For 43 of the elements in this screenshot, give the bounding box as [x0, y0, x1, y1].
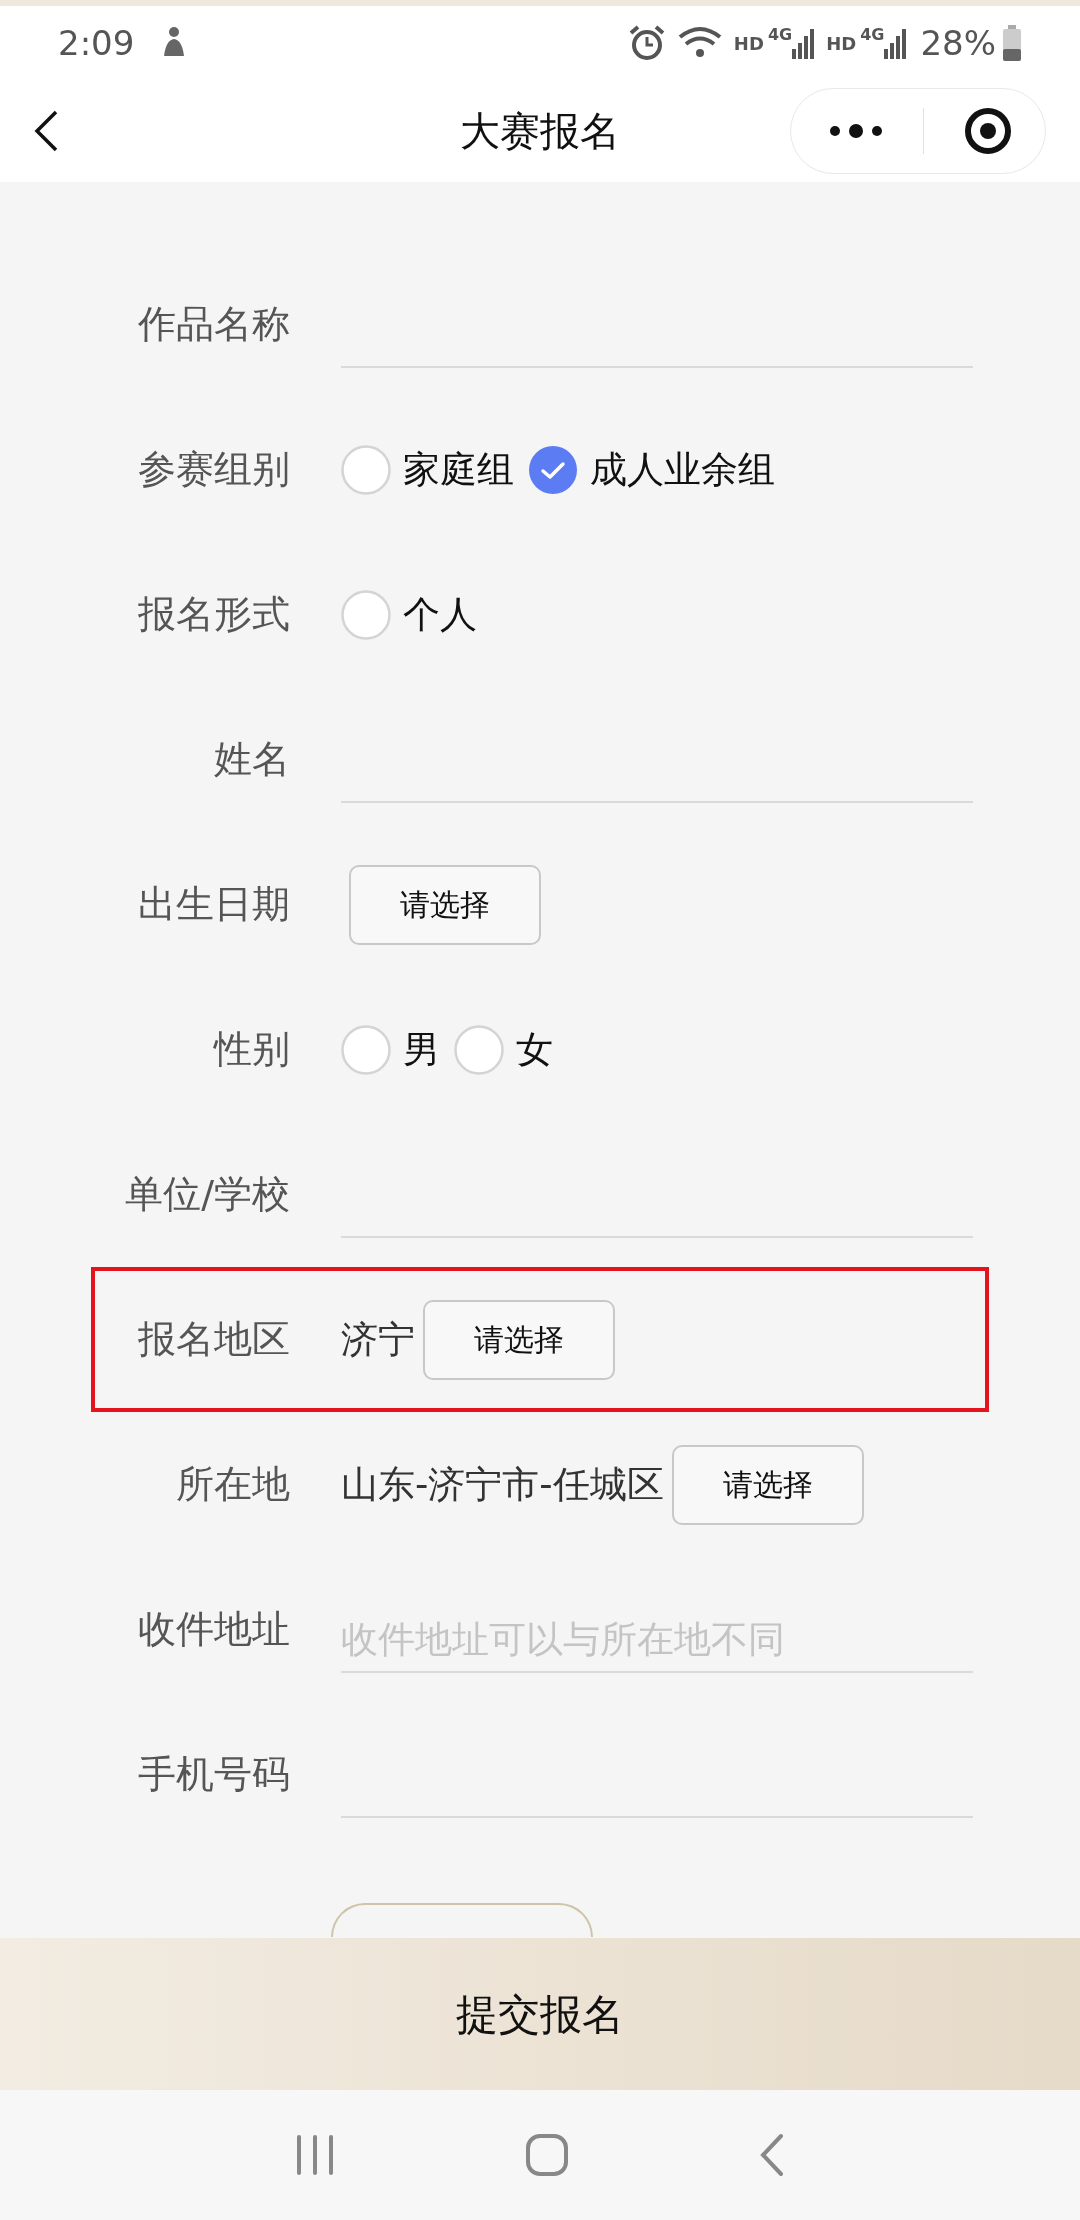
field-label: 手机号码: [137, 1751, 290, 1798]
radio-button[interactable]: [341, 444, 391, 495]
network-label: HD: [826, 31, 857, 56]
option-label: 家庭组: [403, 446, 514, 493]
field-label: 报名地区: [137, 1316, 290, 1363]
option-label: 男: [403, 1026, 440, 1073]
field-label: 出生日期: [137, 881, 290, 928]
home-icon[interactable]: [525, 2133, 569, 2177]
network-type: 4G: [767, 24, 793, 46]
field-label: 报名形式: [137, 591, 290, 638]
field-label: 参赛组别: [137, 446, 290, 493]
radio-button[interactable]: [341, 1024, 391, 1075]
radio-button[interactable]: [341, 589, 391, 640]
submit-button[interactable]: 提交报名: [0, 1938, 1080, 2090]
signal-icon: [792, 27, 815, 59]
page-title: 大赛报名: [460, 107, 620, 156]
network-label: HD: [733, 31, 764, 56]
battery-icon: [1002, 25, 1022, 61]
radio-button[interactable]: [454, 1024, 504, 1075]
status-time: 2:09: [58, 21, 135, 65]
field-label: 作品名称: [137, 301, 290, 348]
select-button[interactable]: 请选择: [349, 864, 541, 945]
select-button[interactable]: 请选择: [671, 1444, 864, 1525]
alarm-icon: [627, 24, 666, 62]
field-label: 姓名: [213, 736, 290, 783]
radio-button[interactable]: [528, 444, 578, 495]
signal-icon: [884, 27, 907, 59]
file-button-edge[interactable]: [331, 1902, 593, 1937]
battery-percent: 28%: [920, 21, 996, 65]
field-label: 所在地: [175, 1461, 290, 1508]
recent-apps-icon[interactable]: [295, 2135, 335, 2175]
network-type: 4G: [860, 24, 885, 46]
selected-value: 济宁: [341, 1316, 415, 1363]
more-icon[interactable]: [829, 123, 883, 139]
option-label: 女: [516, 1026, 553, 1073]
select-button[interactable]: 请选择: [423, 1299, 615, 1380]
option-label: 个人: [403, 591, 477, 638]
back-icon[interactable]: [34, 110, 58, 152]
field-label: 性别: [212, 1026, 290, 1073]
selected-value: 山东-济宁市-任城区: [341, 1461, 664, 1508]
field-label: 收件地址: [137, 1606, 290, 1653]
field-label: 单位/学校: [124, 1171, 290, 1218]
option-label: 成人业余组: [590, 446, 775, 493]
